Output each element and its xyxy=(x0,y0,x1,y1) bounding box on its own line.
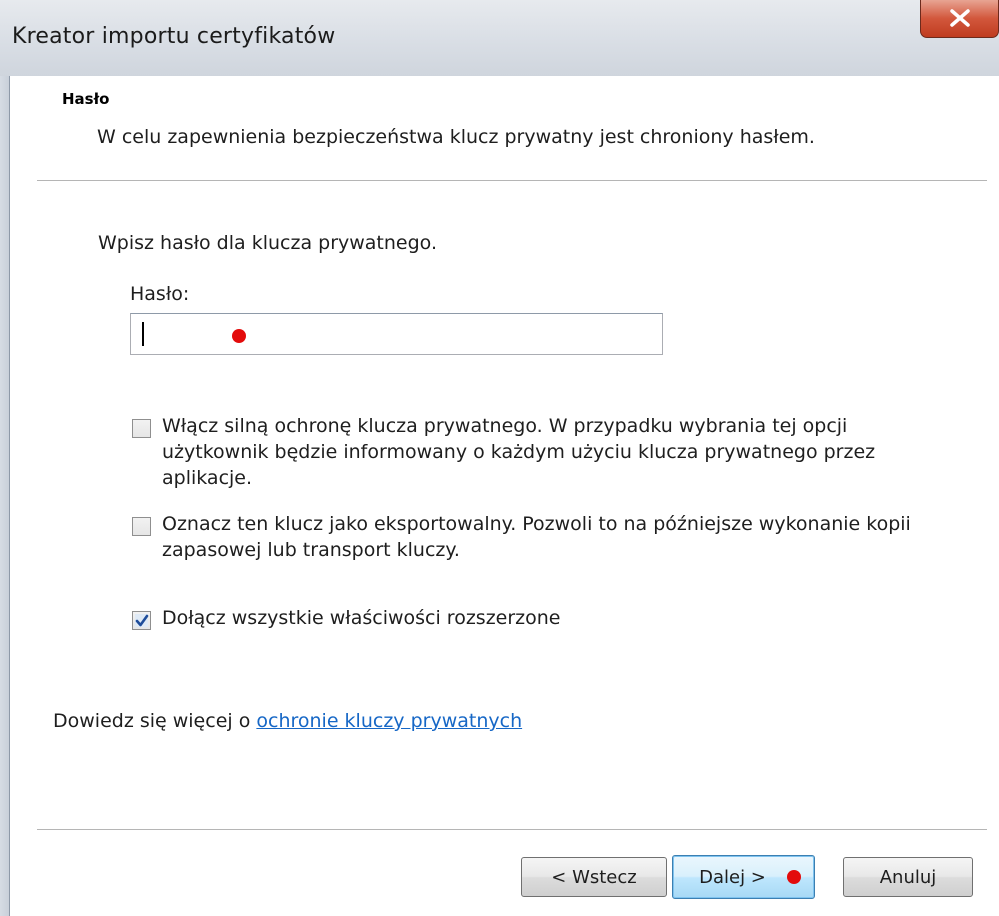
text-caret xyxy=(142,322,144,346)
page-title: Hasło xyxy=(62,90,110,108)
check-icon xyxy=(135,614,149,627)
title-bar: Kreator importu certyfikatów xyxy=(0,0,999,76)
close-icon xyxy=(950,9,970,27)
back-button[interactable]: < Wstecz xyxy=(521,857,667,897)
page-description: W celu zapewnienia bezpieczeństwa klucz … xyxy=(97,126,815,148)
strong-protection-label: Włącz silną ochronę klucza prywatnego. W… xyxy=(162,413,962,491)
include-extended-properties-label: Dołącz wszystkie właściwości rozszerzone xyxy=(162,605,962,631)
footer-divider xyxy=(37,829,987,830)
learn-more-prefix: Dowiedz się więcej o xyxy=(53,710,257,732)
strong-protection-checkbox[interactable] xyxy=(132,419,151,438)
password-input[interactable] xyxy=(130,313,663,355)
click-marker xyxy=(232,329,246,343)
cancel-button[interactable]: Anuluj xyxy=(843,857,973,897)
password-prompt: Wpisz hasło dla klucza prywatnego. xyxy=(98,232,438,254)
option-line: Dołącz wszystkie właściwości rozszerzone xyxy=(162,607,561,629)
option-line: Włącz silną ochronę klucza prywatnego. W… xyxy=(162,415,848,437)
learn-more-text: Dowiedz się więcej o ochronie kluczy pry… xyxy=(53,710,522,732)
password-label: Hasło: xyxy=(130,283,190,305)
learn-more-link[interactable]: ochronie kluczy prywatnych xyxy=(256,710,522,732)
exportable-key-checkbox[interactable] xyxy=(132,517,151,536)
option-line: Oznacz ten klucz jako eksportowalny. Poz… xyxy=(162,513,911,535)
option-line: zapasowej lub transport kluczy. xyxy=(162,539,460,561)
header-divider xyxy=(37,180,987,181)
window-title: Kreator importu certyfikatów xyxy=(12,24,336,49)
include-extended-properties-checkbox[interactable] xyxy=(132,611,151,630)
exportable-key-label: Oznacz ten klucz jako eksportowalny. Poz… xyxy=(162,511,962,563)
option-line: aplikacje. xyxy=(162,467,253,489)
option-line: użytkownik będzie informowany o każdym u… xyxy=(162,441,876,463)
click-marker xyxy=(787,870,801,884)
close-button[interactable] xyxy=(920,0,999,38)
window-frame-left xyxy=(0,76,10,916)
next-button[interactable]: Dalej > xyxy=(672,855,815,899)
next-button-label: Dalej > xyxy=(699,867,766,888)
